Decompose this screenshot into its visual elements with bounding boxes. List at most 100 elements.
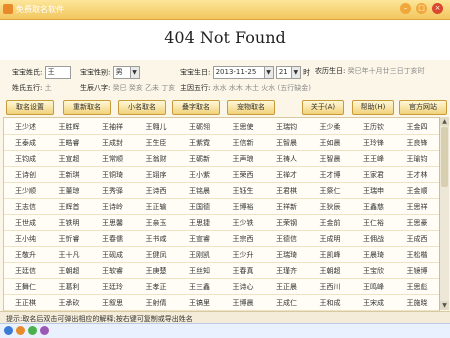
chevron-down-icon[interactable]: ▼ — [130, 66, 140, 79]
name-cell[interactable]: 王金四 — [396, 120, 439, 134]
name-cell[interactable]: 王胜辉 — [48, 120, 91, 134]
name-cell[interactable]: 王泰成 — [4, 136, 47, 150]
name-cell[interactable]: 王春真 — [222, 264, 265, 278]
birthday-input[interactable]: 2013-11-25 — [212, 66, 265, 79]
name-cell[interactable]: 王志信 — [4, 200, 47, 214]
name-cell[interactable]: 王思豪 — [396, 216, 439, 230]
name-cell[interactable]: 王庚楚 — [135, 264, 178, 278]
name-cell[interactable]: 王紫霓 — [178, 136, 221, 150]
name-cell[interactable]: 王良锋 — [396, 136, 439, 150]
name-cell[interactable]: 王荣西 — [222, 168, 265, 182]
name-cell[interactable]: 王西川 — [309, 280, 352, 294]
name-cell[interactable]: 王砺新 — [178, 152, 221, 166]
name-cell[interactable]: 王钧成 — [4, 152, 47, 166]
pet-name-button[interactable]: 宠物取名 — [227, 100, 275, 115]
name-cell[interactable]: 王钰生 — [222, 184, 265, 198]
name-cell[interactable]: 王正输 — [135, 200, 178, 214]
name-cell[interactable]: 王小纯 — [4, 232, 47, 246]
chevron-down-icon[interactable]: ▼ — [264, 66, 274, 79]
name-cell[interactable]: 王诗心 — [222, 280, 265, 294]
about-button[interactable]: 关于(A) — [302, 100, 344, 115]
name-cell[interactable]: 王瑞钧 — [265, 120, 308, 134]
name-cell[interactable]: 王宋成 — [352, 296, 395, 310]
name-cell[interactable]: 王少顺 — [4, 184, 47, 198]
name-cell[interactable]: 王国德 — [178, 200, 221, 214]
name-cell[interactable]: 王鑫慈 — [352, 200, 395, 214]
chevron-down-icon[interactable]: ▼ — [291, 66, 301, 79]
name-cell[interactable]: 王世成 — [4, 216, 47, 230]
name-cell[interactable]: 王宝欣 — [352, 264, 395, 278]
name-cell[interactable]: 王朝超 — [309, 264, 352, 278]
name-cell[interactable]: 王博晨 — [222, 296, 265, 310]
folder-icon[interactable] — [40, 326, 49, 335]
name-cell[interactable]: 王翊序 — [135, 168, 178, 182]
name-cell[interactable]: 王施晓 — [396, 296, 439, 310]
name-cell[interactable]: 王诗创 — [4, 168, 47, 182]
name-cell[interactable]: 王小紫 — [178, 168, 221, 182]
name-cell[interactable]: 王玲锋 — [352, 136, 395, 150]
name-cell[interactable]: 王金顺 — [396, 184, 439, 198]
surname-input[interactable]: 王 — [44, 66, 71, 79]
name-cell[interactable]: 王舞仁 — [4, 280, 47, 294]
name-cell[interactable]: 王少铁 — [222, 216, 265, 230]
name-cell[interactable]: 王董琼 — [48, 184, 91, 198]
app-taskbar-icon[interactable] — [16, 326, 25, 335]
name-cell[interactable]: 王仁裕 — [352, 216, 395, 230]
name-cell[interactable]: 王博裕 — [222, 200, 265, 214]
name-cell[interactable]: 王智晨 — [265, 136, 308, 150]
name-cell[interactable]: 王春儒 — [91, 232, 134, 246]
name-cell[interactable]: 王廷玲 — [91, 280, 134, 294]
name-cell[interactable]: 王才博 — [309, 168, 352, 182]
name-cell[interactable]: 王亲玉 — [135, 216, 178, 230]
name-cell[interactable]: 王铭晨 — [178, 184, 221, 198]
naming-settings-button[interactable]: 取名设置 — [6, 100, 54, 115]
name-cell[interactable]: 王成封 — [91, 136, 134, 150]
name-cell[interactable]: 王成西 — [396, 232, 439, 246]
name-cell[interactable]: 王瑞申 — [352, 184, 395, 198]
name-cell[interactable]: 王砚成 — [91, 248, 134, 262]
name-cell[interactable]: 王历钦 — [352, 120, 395, 134]
name-cell[interactable]: 王皓睿 — [48, 136, 91, 150]
name-cell[interactable]: 王新琪 — [48, 168, 91, 182]
name-cell[interactable]: 王生臣 — [135, 136, 178, 150]
name-cell[interactable]: 王瑜钧 — [396, 152, 439, 166]
scroll-up-icon[interactable]: ▲ — [440, 117, 449, 126]
name-cell[interactable]: 王丝知 — [178, 264, 221, 278]
name-cell[interactable]: 王砺翎 — [178, 120, 221, 134]
name-cell[interactable]: 王书咸 — [135, 232, 178, 246]
name-cell[interactable]: 王镐里 — [178, 296, 221, 310]
name-cell[interactable]: 王鸣峰 — [352, 280, 395, 294]
name-cell[interactable]: 王德信 — [265, 232, 308, 246]
name-cell[interactable]: 王思彪 — [396, 280, 439, 294]
name-cell[interactable]: 王射倩 — [135, 296, 178, 310]
name-cell[interactable]: 王十凡 — [48, 248, 91, 262]
scrollbar-thumb[interactable] — [441, 127, 448, 187]
name-cell[interactable]: 王诗岭 — [91, 200, 134, 214]
name-cell[interactable]: 王思祥 — [396, 200, 439, 214]
maximize-icon[interactable]: □ — [416, 3, 427, 14]
name-cell[interactable]: 王承砍 — [48, 296, 91, 310]
name-cell[interactable]: 王葛利 — [48, 280, 91, 294]
name-cell[interactable]: 王正棋 — [4, 296, 47, 310]
name-cell[interactable]: 王健凤 — [135, 248, 178, 262]
name-cell[interactable]: 王瑞琦 — [265, 248, 308, 262]
name-cell[interactable]: 王如晨 — [309, 136, 352, 150]
name-cell[interactable]: 王声琅 — [222, 152, 265, 166]
name-cell[interactable]: 王金前 — [309, 216, 352, 230]
name-cell[interactable]: 王朝超 — [48, 264, 91, 278]
name-cell[interactable]: 王少述 — [4, 120, 47, 134]
name-cell[interactable]: 王正晨 — [265, 280, 308, 294]
name-cell[interactable]: 王成明 — [309, 232, 352, 246]
name-cell[interactable]: 王刚凯 — [178, 248, 221, 262]
name-cell[interactable]: 王廷信 — [4, 264, 47, 278]
name-cell[interactable]: 王常顺 — [91, 152, 134, 166]
name-cell[interactable]: 王秀驿 — [91, 184, 134, 198]
name-cell[interactable]: 王祷人 — [265, 152, 308, 166]
name-cell[interactable]: 王佣战 — [352, 232, 395, 246]
close-icon[interactable]: × — [432, 3, 443, 14]
name-cell[interactable]: 王镜博 — [396, 264, 439, 278]
name-cell[interactable]: 王思使 — [222, 120, 265, 134]
name-cell[interactable]: 王狄辰 — [309, 200, 352, 214]
name-cell[interactable]: 王君棋 — [265, 184, 308, 198]
scroll-down-icon[interactable]: ▼ — [440, 301, 449, 310]
